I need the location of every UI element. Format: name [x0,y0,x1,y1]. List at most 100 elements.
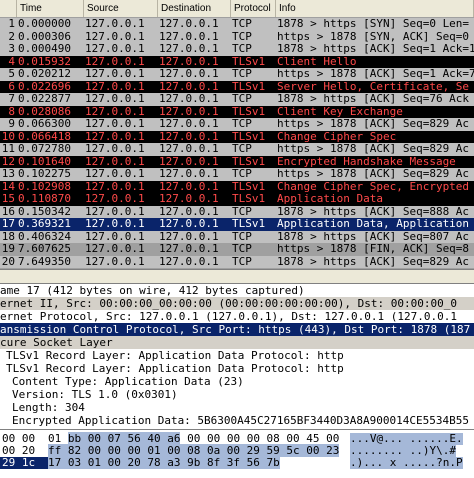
tree-item[interactable]: cure Socket Layer [0,336,474,349]
packet-list[interactable]: 1 0.000000 127.0.0.1 127.0.0.1 TCP 1878 > htt… [0,18,474,269]
packet-source: 127.0.0.1 [85,80,145,93]
packet-row[interactable]: 10 0.066418 127.0.0.1 127.0.0.1 TLSv1 Change … [0,130,474,143]
tree-item[interactable]: ernet II, Src: 00:00:00_00:00:00 (00:00:… [0,297,474,310]
packet-info: 1878 > https [ACK] Seq=1 Ack=1 [277,43,474,55]
packet-protocol: TCP [231,268,276,269]
packet-time: 0.000306 [18,30,71,43]
packet-row[interactable]: 11 0.072780 127.0.0.1 127.0.0.1 TCP https > 1… [0,143,474,156]
tree-item[interactable]: ansmission Control Protocol, Src Port: h… [0,323,474,336]
packet-row[interactable]: 15 0.110870 127.0.0.1 127.0.0.1 TLSv1 Applica… [0,193,474,206]
packet-row[interactable]: 20 7.649350 127.0.0.1 127.0.0.1 TCP 1878 > ht… [0,255,474,268]
packet-row[interactable]: 19 7.607625 127.0.0.1 127.0.0.1 TCP https > 1… [0,243,474,256]
packet-info: 1878 > https [ACK] Seq=888 Ac [277,205,470,218]
column-header-source[interactable]: Source [84,0,158,17]
packet-row[interactable]: 17 0.369321 127.0.0.1 127.0.0.1 TLSv1 Applica… [0,218,474,231]
packet-row[interactable]: 2 0.000306 127.0.0.1 127.0.0.1 TCP https > 18… [0,30,474,43]
column-header-destination[interactable]: Destination [158,0,231,17]
column-header-time[interactable]: Time [17,0,84,17]
packet-time: 0.406324 [18,230,71,243]
packet-row[interactable]: 9 0.066300 127.0.0.1 127.0.0.1 TCP https > 18… [0,118,474,131]
packet-time: 0.015932 [18,55,71,68]
packet-details-tree[interactable]: ame 17 (412 bytes on wire, 412 bytes cap… [0,284,474,429]
packet-destination: 127.0.0.1 [159,205,219,218]
packet-number: 10 [1,130,15,143]
hex-bytes: 17 03 01 00 20 78 a3 9b 8f 3f 56 7b [48,456,280,469]
hex-ascii: .)... x .....?n.P [350,456,463,469]
packet-source: 127.0.0.1 [85,55,145,68]
packet-protocol: TLSv1 [232,218,266,230]
packet-time: 0.020212 [18,68,71,80]
packet-row[interactable]: 8 0.028086 127.0.0.1 127.0.0.1 TLSv1 Client K… [0,105,474,118]
packet-number: 4 [8,55,15,68]
packet-destination: 127.0.0.1 [158,268,231,269]
packet-info: Server Hello, Certificate, Se [277,80,470,93]
packet-destination: 127.0.0.1 [159,118,219,130]
packet-row[interactable]: 18 0.406324 127.0.0.1 127.0.0.1 TCP 1878 > ht… [0,230,474,243]
packet-protocol: TLSv1 [232,105,266,118]
packet-row[interactable]: 14 0.102908 127.0.0.1 127.0.0.1 TLSv1 Change … [0,180,474,193]
packet-destination: 127.0.0.1 [159,218,219,230]
packet-row[interactable]: 3 0.000490 127.0.0.1 127.0.0.1 TCP 1878 > htt… [0,43,474,56]
packet-info: 1878 > https [FIN, ACK] Seq=8 [276,268,474,269]
packet-row[interactable]: 5 0.020212 127.0.0.1 127.0.0.1 TCP https > 18… [0,68,474,81]
packet-destination: 127.0.0.1 [159,68,219,80]
packet-protocol: TCP [232,43,252,55]
packet-source: 127.0.0.1 [85,230,145,243]
tree-item[interactable]: Encrypted Application Data: 5B6300A45C27… [0,414,474,427]
packet-number: 5 [8,68,15,80]
packet-destination: 127.0.0.1 [159,130,219,143]
packet-source: 127.0.0.1 [85,193,145,205]
packet-protocol: TCP [232,168,252,180]
packet-info: 1878 > https [ACK] Seq=829 Ac [277,255,470,268]
packet-number: 20 [1,255,15,268]
packet-source: 127.0.0.1 [85,105,145,118]
packet-source: 127.0.0.1 [85,18,145,30]
packet-info: https > 1878 [FIN, ACK] Seq=8 [277,243,470,255]
packet-number: 9 [8,118,15,130]
tree-item[interactable]: Content Type: Application Data (23) [0,375,474,388]
column-header-protocol[interactable]: Protocol [231,0,276,17]
packet-destination: 127.0.0.1 [159,243,219,255]
packet-protocol: TCP [232,255,252,268]
column-header-no[interactable] [0,0,17,17]
packet-row[interactable]: 1 0.000000 127.0.0.1 127.0.0.1 TCP 1878 > htt… [0,18,474,31]
packet-row[interactable]: 217.649534127.0.0.1127.0.0.1TCP1878 > ht… [0,268,474,269]
packet-protocol: TCP [232,18,252,30]
packet-row[interactable]: 16 0.150342 127.0.0.1 127.0.0.1 TCP 1878 > ht… [0,205,474,218]
packet-protocol: TLSv1 [232,130,266,143]
tree-item[interactable]: Version: TLS 1.0 (0x0301) [0,388,474,401]
packet-time: 0.066418 [18,130,71,143]
packet-number: 8 [8,105,15,118]
tree-item[interactable]: Length: 304 [0,401,474,414]
packet-destination: 127.0.0.1 [159,230,219,243]
pane-divider[interactable] [0,269,474,284]
packet-info: Application Data [277,193,383,205]
packet-bytes-pane[interactable]: 00 00 01 bb 00 07 56 40 a6 00 00 00 00 08… [0,429,474,470]
packet-source: 127.0.0.1 [85,93,145,105]
tree-item[interactable]: ame 17 (412 bytes on wire, 412 bytes cap… [0,284,474,297]
packet-row[interactable]: 7 0.022877 127.0.0.1 127.0.0.1 TCP 1878 > htt… [0,93,474,106]
packet-protocol: TLSv1 [232,180,266,193]
packet-time: 0.022696 [18,80,71,93]
packet-row[interactable]: 4 0.015932 127.0.0.1 127.0.0.1 TLSv1 Client H… [0,55,474,68]
packet-info: Client Key Exchange [277,105,403,118]
tree-item[interactable]: TLSv1 Record Layer: Application Data Pro… [0,362,474,375]
packet-source: 127.0.0.1 [85,205,145,218]
packet-number: 18 [1,230,15,243]
packet-protocol: TCP [232,118,252,130]
packet-source: 127.0.0.1 [85,118,145,130]
packet-protocol: TLSv1 [232,155,266,168]
packet-time: 0.102275 [18,168,71,180]
column-header-info[interactable]: Info [276,0,474,17]
hex-row[interactable]: 29 1c 17 03 01 00 20 78 a3 9b 8f 3f 56 7b [0,456,280,469]
packet-info: Client Hello [277,55,357,68]
packet-row[interactable]: 13 0.102275 127.0.0.1 127.0.0.1 TCP https > 1… [0,168,474,181]
packet-destination: 127.0.0.1 [159,168,219,180]
tree-item[interactable]: TLSv1 Record Layer: Application Data Pro… [0,349,474,362]
tree-item[interactable]: ernet Protocol, Src: 127.0.0.1 (127.0.0.… [0,310,474,323]
packet-row[interactable]: 6 0.022696 127.0.0.1 127.0.0.1 TLSv1 Server H… [0,80,474,93]
packet-number: 3 [8,43,15,55]
packet-time: 0.066300 [18,118,71,130]
packet-row[interactable]: 12 0.101640 127.0.0.1 127.0.0.1 TLSv1 Encrypt… [0,155,474,168]
packet-protocol: TCP [232,205,252,218]
